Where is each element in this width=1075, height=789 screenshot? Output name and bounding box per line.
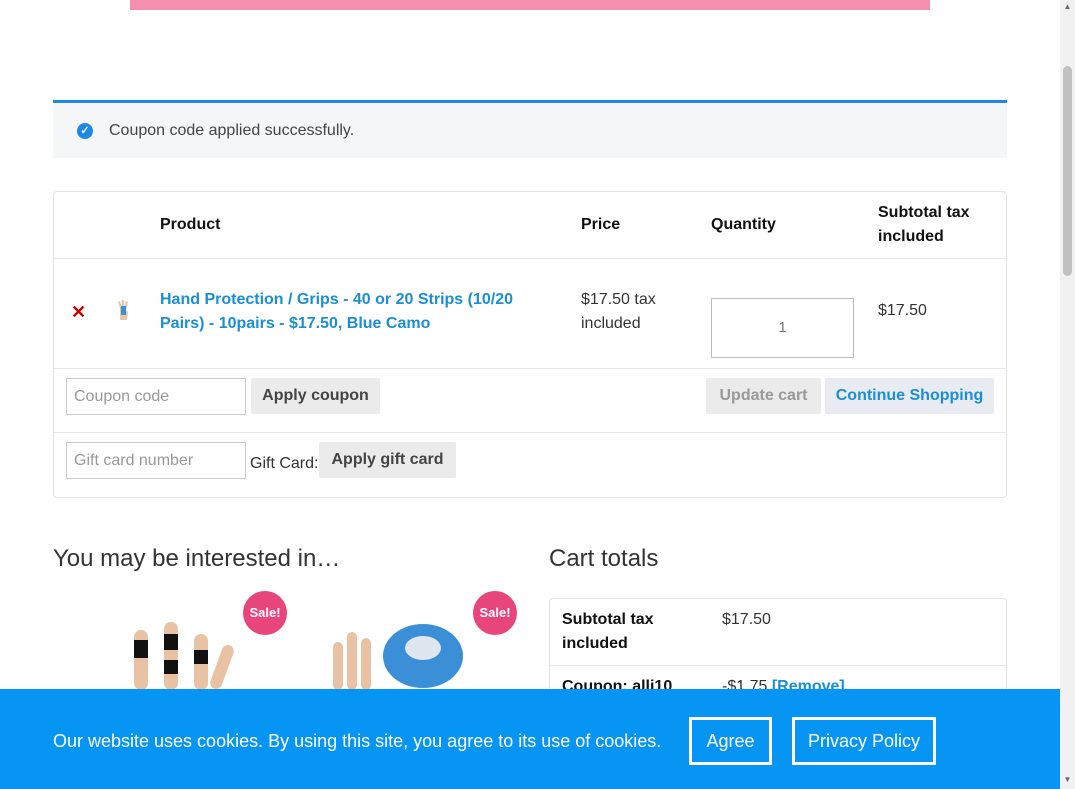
header-subtotal: Subtotal tax included [878,204,970,245]
cookie-message: Our website uses cookies. By using this … [53,731,662,751]
coupon-code-input[interactable]: Coupon code [66,378,246,415]
cart-table: Product Price Quantity Subtotal tax incl… [53,191,1007,498]
apply-gift-card-button[interactable]: Apply gift card [319,442,456,478]
apply-coupon-button[interactable]: Apply coupon [251,378,380,414]
quantity-input[interactable]: 1 [711,298,854,358]
gift-card-input[interactable]: Gift card number [66,442,246,479]
totals-subtotal-value: $17.50 [722,611,771,628]
check-circle-icon: ✓ [77,123,93,139]
agree-button[interactable]: Agree [689,717,772,765]
header-quantity: Quantity [711,216,776,233]
header-product: Product [160,216,221,233]
divider [550,665,1006,666]
top-banner-strip [130,0,930,10]
scroll-down-icon[interactable]: ▼ [1063,775,1072,784]
item-price: $17.50 tax included [581,291,656,332]
divider [54,258,1006,259]
cookie-banner: Our website uses cookies. By using this … [0,689,1060,789]
remove-item-icon[interactable]: ✕ [71,302,86,323]
sale-badge: Sale! [243,591,287,635]
header-price: Price [581,216,621,233]
divider [54,368,1006,369]
cart-totals-heading: Cart totals [549,545,659,572]
notice-message: Coupon code applied successfully. [109,122,355,139]
scroll-up-icon[interactable]: ▲ [1063,2,1072,11]
interested-heading: You may be interested in… [53,545,341,572]
divider [54,432,1006,433]
scrollbar[interactable]: ▲ ▼ [1060,0,1075,789]
gift-card-label: Gift Card: [250,455,319,472]
coupon-success-notice: ✓ Coupon code applied successfully. [53,100,1007,158]
continue-shopping-button[interactable]: Continue Shopping [825,378,994,414]
product-name-link[interactable]: Hand Protection / Grips - 40 or 20 Strip… [160,288,560,336]
product-image-tape-roll[interactable] [325,622,475,690]
product-thumbnail[interactable] [114,298,134,322]
item-subtotal: $17.50 [878,302,927,319]
update-cart-button[interactable]: Update cart [706,378,821,414]
scroll-thumb[interactable] [1063,66,1072,276]
product-image-finger-tape[interactable] [120,620,250,690]
totals-subtotal-label: Subtotal tax included [562,611,654,652]
privacy-policy-button[interactable]: Privacy Policy [792,717,936,765]
sale-badge: Sale! [473,591,517,635]
